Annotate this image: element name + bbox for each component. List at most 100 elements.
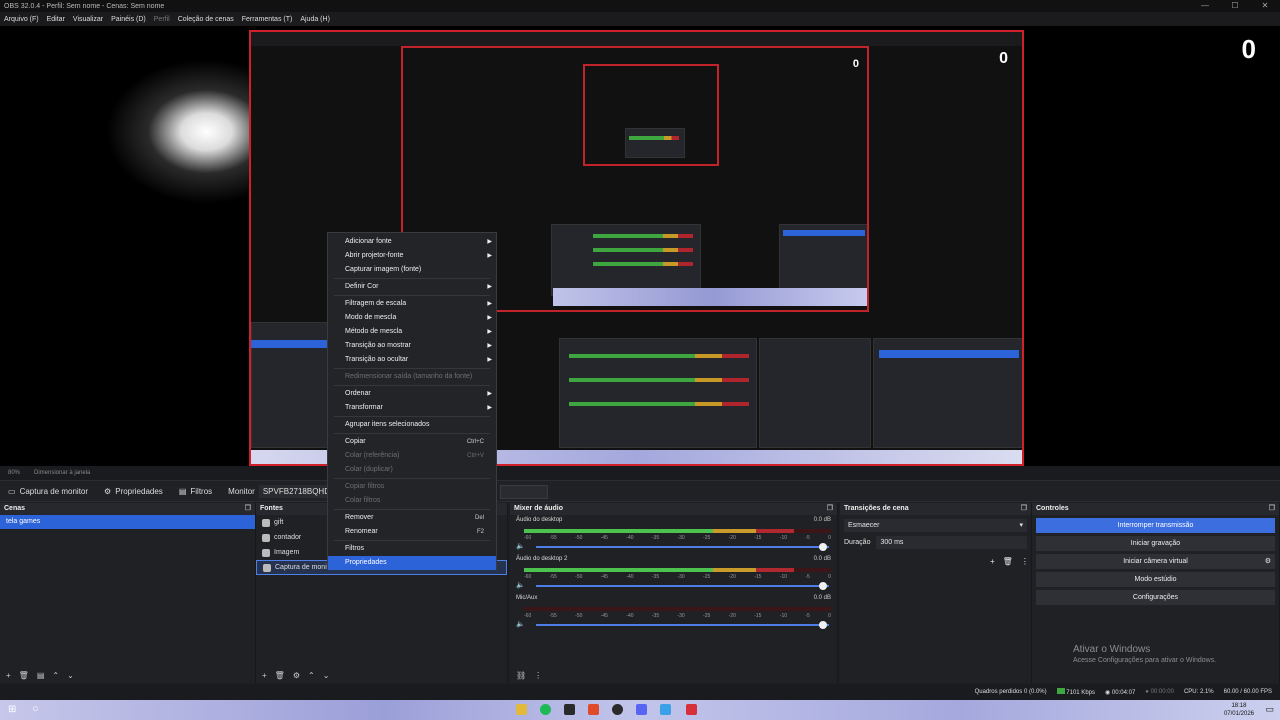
studio-mode-button[interactable]: Modo estúdio	[1036, 572, 1275, 587]
volume-slider[interactable]	[536, 582, 829, 590]
search-icon[interactable]: ○	[32, 703, 39, 715]
context-menu-item-label: Remover	[345, 514, 374, 521]
scale-tick-label: 0	[828, 613, 831, 619]
menu-arquivo[interactable]: Arquivo (F)	[0, 16, 43, 23]
volume-slider[interactable]	[536, 621, 829, 629]
speaker-icon[interactable]: 🔈	[516, 542, 525, 550]
context-menu-item[interactable]: Filtros	[328, 542, 496, 556]
app-icon-2[interactable]	[686, 704, 697, 715]
start-virtual-camera-button[interactable]: Iniciar câmera virtual ⚙	[1036, 554, 1275, 569]
arrow-down-icon[interactable]: ⌄	[323, 671, 330, 680]
app-icon[interactable]	[660, 704, 671, 715]
context-menu-item[interactable]: Abrir projetor-fonte ▶	[328, 249, 496, 263]
volume-knob[interactable]	[819, 582, 827, 590]
menu-visualizar[interactable]: Visualizar	[69, 16, 107, 23]
preview-canvas[interactable]: 0 0 0	[0, 26, 1280, 466]
context-menu-item: Redimensionar saída (tamanho da fonte)	[328, 370, 496, 384]
context-menu-item[interactable]: Modo de mescla ▶	[328, 311, 496, 325]
minimize-button[interactable]: —	[1190, 0, 1220, 12]
volume-slider[interactable]	[536, 543, 829, 551]
zoom-level[interactable]: 80%	[8, 470, 20, 476]
add-icon[interactable]: +	[6, 671, 11, 680]
context-menu-item[interactable]: Propriedades	[328, 556, 496, 570]
undock-icon[interactable]: ❐	[1021, 503, 1027, 515]
arrow-down-icon[interactable]: ⌄	[67, 671, 74, 680]
undock-icon[interactable]: ❐	[827, 503, 833, 515]
speaker-icon[interactable]: 🔈	[516, 581, 525, 589]
start-recording-button[interactable]: Iniciar gravação	[1036, 536, 1275, 551]
gear-icon[interactable]: ⚙	[293, 671, 300, 680]
scale-tick-label: -5	[805, 535, 810, 541]
context-menu-item[interactable]: Remover Del	[328, 511, 496, 525]
more-icon[interactable]: ⋮	[1021, 557, 1029, 566]
menu-colecao-cenas[interactable]: Coleção de cenas	[174, 16, 238, 23]
trash-icon[interactable]: 🗑	[19, 671, 29, 680]
volume-meter	[524, 568, 831, 572]
filter-icon[interactable]: ▤	[37, 671, 45, 680]
context-menu-item[interactable]: Transição ao ocultar ▶	[328, 353, 496, 367]
menu-editar[interactable]: Editar	[43, 16, 69, 23]
scale-tick-label: 0	[828, 535, 831, 541]
properties-button-label: Propriedades	[115, 486, 163, 496]
gear-icon[interactable]: ⚙	[1265, 554, 1271, 569]
mixer-channel: Áudio do desktop 0.0 dB -60 -55 -50 -45 -40-…	[516, 517, 831, 551]
context-menu-item[interactable]: Adicionar fonte ▶	[328, 235, 496, 249]
settings-button[interactable]: Configurações	[1036, 590, 1275, 605]
undock-icon[interactable]: ❐	[1269, 503, 1275, 515]
more-icon[interactable]: ⋮	[534, 671, 542, 680]
transition-select[interactable]: Esmaecer ▾	[844, 519, 1027, 532]
trash-icon[interactable]: 🗑	[275, 671, 285, 680]
discord-icon[interactable]	[636, 704, 647, 715]
arrow-up-icon[interactable]: ⌃	[308, 671, 315, 680]
sourcebar-dropdown[interactable]	[500, 485, 548, 499]
volume-knob[interactable]	[819, 543, 827, 551]
menu-perfil[interactable]: Perfil	[150, 16, 174, 23]
close-button[interactable]: ✕	[1250, 0, 1280, 12]
trash-icon[interactable]: 🗑	[1003, 557, 1013, 566]
volume-knob[interactable]	[819, 621, 827, 629]
context-menu-item[interactable]: Filtragem de escala ▶	[328, 297, 496, 311]
duration-input[interactable]: 300 ms	[876, 536, 1027, 549]
context-menu-item[interactable]: Transição ao mostrar ▶	[328, 339, 496, 353]
scale-tick-label: -30	[677, 613, 685, 619]
steam-icon[interactable]	[564, 704, 575, 715]
start-icon[interactable]: ⊞	[8, 704, 16, 715]
context-menu-item[interactable]: Ordenar ▶	[328, 387, 496, 401]
arrow-up-icon[interactable]: ⌃	[52, 671, 59, 680]
context-menu-item[interactable]: Método de mescla ▶	[328, 325, 496, 339]
undock-icon[interactable]: ❐	[245, 503, 251, 515]
context-menu-item: Colar filtros	[328, 494, 496, 508]
context-menu-item[interactable]: Transformar ▶	[328, 401, 496, 415]
menu-paineis[interactable]: Painéis (D)	[107, 16, 150, 23]
link-icon[interactable]: ⛓	[516, 671, 526, 680]
folder-icon[interactable]	[516, 704, 527, 715]
preview-status-row: 80% Dimensionar à janela	[0, 466, 1280, 480]
spotify-icon[interactable]	[540, 704, 551, 715]
context-menu-item[interactable]: Definir Cor ▶	[328, 280, 496, 294]
speaker-icon[interactable]: 🔈	[516, 620, 525, 628]
context-menu-item[interactable]: Copiar Ctrl+C	[328, 435, 496, 449]
stop-streaming-button[interactable]: Interromper transmissão	[1036, 518, 1275, 533]
chevron-down-icon: ▾	[1019, 522, 1023, 529]
brave-icon[interactable]	[588, 704, 599, 715]
menu-ajuda[interactable]: Ajuda (H)	[296, 16, 334, 23]
context-menu-item[interactable]: Capturar imagem (fonte)	[328, 263, 496, 277]
notification-icon[interactable]: ▭	[1265, 704, 1274, 715]
menu-ferramentas[interactable]: Ferramentas (T)	[238, 16, 297, 23]
chevron-right-icon: ▶	[487, 329, 492, 335]
add-icon[interactable]: +	[990, 557, 995, 566]
scale-tick-label: -25	[703, 613, 711, 619]
context-menu-item[interactable]: Agrupar itens selecionados	[328, 418, 496, 432]
scenes-dock: Cenas ❐ tela games + 🗑 ▤ ⌃ ⌄	[0, 503, 256, 683]
filters-button[interactable]: ▤ Filtros	[171, 487, 220, 496]
properties-button[interactable]: ⚙ Propriedades	[96, 487, 171, 496]
scene-item[interactable]: tela games	[0, 515, 255, 529]
context-menu-item[interactable]: Renomear F2	[328, 525, 496, 539]
add-icon[interactable]: +	[262, 671, 267, 680]
taskbar-clock[interactable]: 18:18 07/01/2026	[1224, 702, 1254, 718]
maximize-button[interactable]: ☐	[1220, 0, 1250, 12]
scale-mode[interactable]: Dimensionar à janela	[34, 470, 90, 476]
obs-icon[interactable]	[612, 704, 623, 715]
window-title: OBS 32.0.4 - Perfil: Sem nome - Cenas: S…	[4, 2, 165, 10]
context-menu-item-label: Propriedades	[345, 559, 387, 566]
